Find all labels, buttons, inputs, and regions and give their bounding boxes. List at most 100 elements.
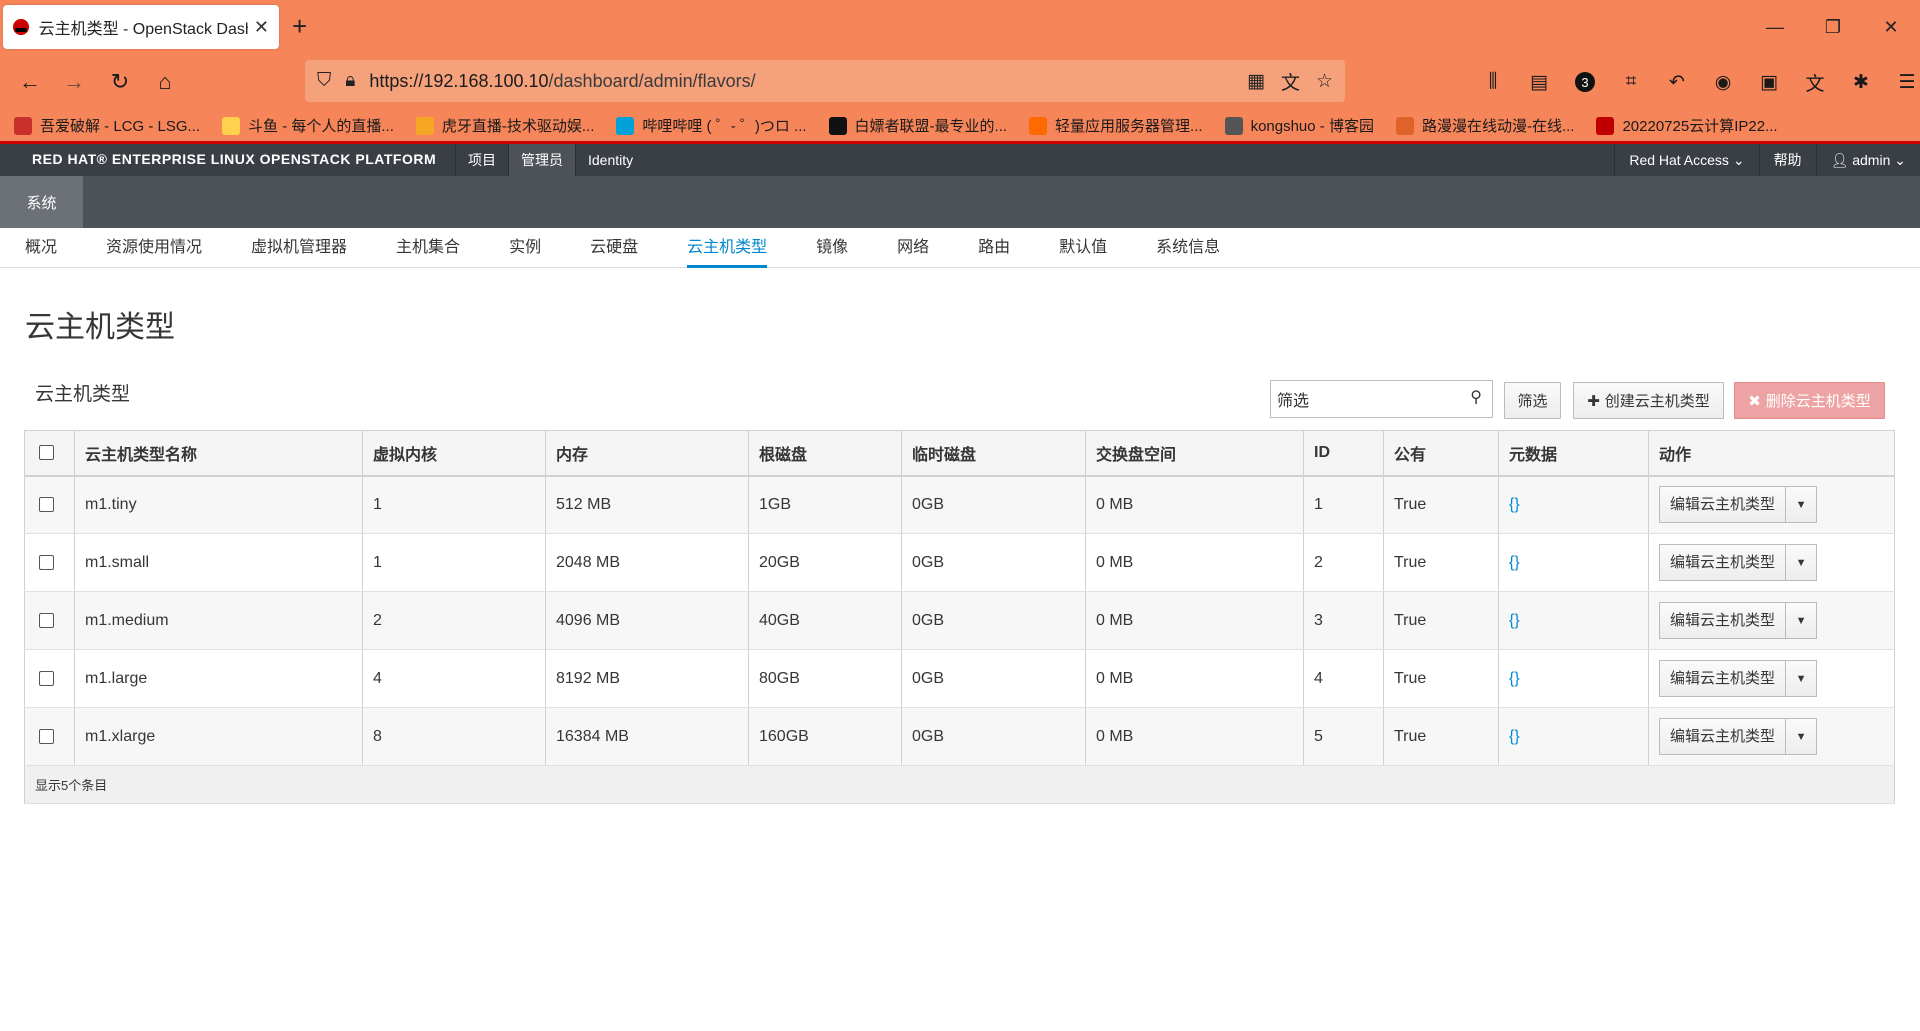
flavor-ram: 16384 MB [545,707,749,766]
flavor-metadata-link[interactable]: {} [1509,728,1520,745]
subnav-item[interactable]: 系统信息 [1156,228,1220,268]
row-checkbox[interactable] [39,612,54,628]
nav-admin[interactable]: 管理员 [508,144,575,176]
chevron-down-icon[interactable]: ▼ [1786,487,1816,522]
redhat-access-menu[interactable]: Red Hat Access ⌄ [1614,144,1758,176]
qr-code-icon[interactable]: ▦ [1247,70,1265,93]
chevron-down-icon[interactable]: ▼ [1786,661,1816,696]
bookmark-item[interactable]: 路漫漫在线动漫-在线... [1395,115,1574,136]
bookmark-item[interactable]: 20220725云计算IP22... [1596,115,1778,136]
flavor-root-disk: 80GB [748,649,902,708]
back-icon[interactable]: ← [14,66,46,98]
col-vcpus[interactable]: 虚拟内核 [362,430,546,477]
sidebar-icon[interactable]: ▤ [1516,66,1562,98]
subnav-item[interactable]: 云主机类型 [687,228,768,268]
filter-button[interactable]: 筛选 [1504,382,1561,419]
bookmark-item[interactable]: 斗鱼 - 每个人的直播... [222,115,394,136]
edit-flavor-button[interactable]: 编辑云主机类型 [1660,545,1787,580]
bookmark-item[interactable]: 虎牙直播-技术驱动娱... [415,115,594,136]
row-checkbox[interactable] [39,670,54,686]
address-bar[interactable]: ⛉ 🔒︎ https://192.168.100.10/dashboard/ad… [305,60,1345,102]
bookmark-item[interactable]: kongshuo - 博客园 [1224,115,1374,136]
brand-logo[interactable]: RED HAT® ENTERPRISE LINUX OPENSTACK PLAT… [32,151,436,167]
row-checkbox[interactable] [39,554,54,570]
subnav-item[interactable]: 资源使用情况 [106,228,202,268]
col-swap[interactable]: 交换盘空间 [1085,430,1304,477]
subnav-item[interactable]: 主机集合 [396,228,460,268]
select-all-checkbox[interactable] [39,445,54,461]
flavor-id: 2 [1303,533,1384,592]
bookmark-item[interactable]: 轻量应用服务器管理... [1029,115,1203,136]
delete-flavor-button[interactable]: ✖ 删除云主机类型 [1734,382,1885,419]
restore-icon[interactable]: ❐ [1804,0,1862,54]
crop-icon[interactable]: ⌗ [1608,66,1654,98]
flavor-metadata-link[interactable]: {} [1509,496,1520,513]
chevron-down-icon[interactable]: ▼ [1786,603,1816,638]
close-tab-icon[interactable]: ✕ [254,17,269,38]
bookmark-favicon-icon [1029,116,1048,135]
bookmark-item[interactable]: 吾爱破解 - LCG - LSG... [14,115,200,136]
subnav-item[interactable]: 路由 [978,228,1010,268]
browser-tab[interactable]: 云主机类型 - OpenStack Dash ✕ [3,5,279,49]
extension-badge-icon[interactable]: 3 [1562,66,1608,98]
col-public[interactable]: 公有 [1383,430,1499,477]
create-flavor-button[interactable]: ✚ 创建云主机类型 [1573,382,1724,419]
subnav-item[interactable]: 概况 [25,228,57,268]
filter-input[interactable]: 筛选 ⚲ [1270,380,1493,418]
shield-icon[interactable]: ⛉ [317,70,331,92]
col-root-disk[interactable]: 根磁盘 [748,430,902,477]
flavor-metadata-link[interactable]: {} [1509,612,1520,629]
col-name[interactable]: 云主机类型名称 [74,430,363,477]
nav-identity[interactable]: Identity [575,144,645,176]
bookmark-star-icon[interactable]: ☆ [1316,70,1333,93]
col-ram[interactable]: 内存 [545,430,749,477]
edit-flavor-button[interactable]: 编辑云主机类型 [1660,661,1787,696]
window-close-icon[interactable]: ✕ [1862,0,1920,54]
flavor-metadata-link[interactable]: {} [1509,670,1520,687]
row-checkbox[interactable] [39,497,54,513]
subnav-item[interactable]: 镜像 [816,228,848,268]
edit-flavor-button[interactable]: 编辑云主机类型 [1660,719,1787,754]
bookmark-item[interactable]: 白嫖者联盟-最专业的... [828,115,1007,136]
col-ephemeral-disk[interactable]: 临时磁盘 [901,430,1086,477]
bookmark-item[interactable]: 哔哩哔哩 ( ゜- ゜)つロ ... [616,115,807,136]
system-panel-tab[interactable]: 系统 [0,176,83,228]
col-id[interactable]: ID [1303,430,1384,477]
flavor-root-disk: 40GB [748,591,902,650]
translate-icon[interactable]: 文 [1281,68,1300,95]
reload-icon[interactable]: ↻ [104,66,136,98]
minimize-icon[interactable]: — [1746,0,1804,54]
subnav-item[interactable]: 云硬盘 [590,228,638,268]
lock-icon[interactable]: 🔒︎ [345,70,355,92]
chevron-down-icon[interactable]: ▼ [1786,545,1816,580]
row-checkbox[interactable] [39,728,54,744]
subnav-item[interactable]: 网络 [897,228,929,268]
home-icon[interactable]: ⌂ [149,66,181,98]
edit-flavor-button[interactable]: 编辑云主机类型 [1660,487,1787,523]
search-icon[interactable]: ⚲ [1470,387,1482,407]
flavor-metadata-cell: {} [1498,707,1649,766]
extension-u-icon[interactable]: ▣ [1746,66,1792,98]
mask-icon[interactable]: ◉ [1700,66,1746,98]
new-tab-button[interactable]: + [292,12,307,40]
library-icon[interactable]: ⫼ [1470,66,1516,98]
url-text[interactable]: https://192.168.100.10/dashboard/admin/f… [369,71,1231,92]
nav-project[interactable]: 项目 [455,144,508,176]
translator-icon[interactable]: 文 [1792,66,1838,98]
color-extension-icon[interactable]: ✱ [1838,66,1884,98]
forward-icon[interactable]: → [58,66,90,98]
flavor-public: True [1383,591,1499,650]
undo-icon[interactable]: ↶ [1654,66,1700,98]
edit-flavor-button[interactable]: 编辑云主机类型 [1660,603,1787,638]
chevron-down-icon[interactable]: ▼ [1786,719,1816,754]
flavor-id: 4 [1303,649,1384,708]
subnav-item[interactable]: 实例 [509,228,541,268]
flavor-metadata-link[interactable]: {} [1509,554,1520,571]
subnav-item[interactable]: 默认值 [1059,228,1107,268]
subnav-item[interactable]: 虚拟机管理器 [251,228,347,268]
flavor-root-disk: 1GB [748,475,902,534]
help-menu[interactable]: 帮助 [1758,144,1816,176]
create-flavor-label: 创建云主机类型 [1604,393,1710,410]
user-menu[interactable]: 👤︎ admin ⌄ [1815,144,1920,176]
menu-icon[interactable]: ☰ [1884,66,1920,98]
